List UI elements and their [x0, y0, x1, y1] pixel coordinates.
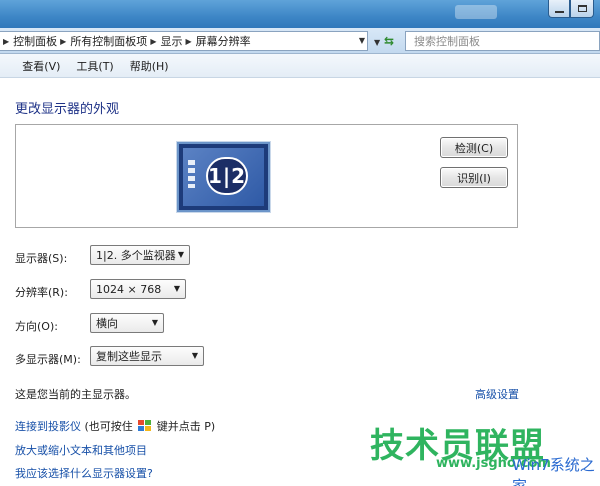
multiple-displays-value: 复制这些显示 [96, 350, 162, 363]
enlarge-text-link[interactable]: 放大或缩小文本和其他项目 [15, 442, 147, 458]
menu-bar: ) 查看(V) 工具(T) 帮助(H) [0, 54, 600, 78]
chevron-down-icon: ▼ [151, 318, 158, 327]
multiple-displays-select[interactable]: 复制这些显示 ▼ [90, 346, 204, 366]
chevron-down-icon: ▼ [177, 250, 184, 259]
detect-button[interactable]: 检测(C) [440, 137, 508, 158]
breadcrumb-item[interactable]: 屏幕分辨率 [196, 33, 251, 49]
resolution-select[interactable]: 1024 × 768 ▼ [90, 279, 186, 299]
projector-hint-post: 键并点击 P) [156, 420, 216, 433]
menu-help[interactable]: 帮助(H) [130, 58, 169, 74]
minimize-icon [554, 10, 564, 13]
which-settings-link[interactable]: 我应该选择什么显示器设置? [15, 465, 153, 481]
search-placeholder: 搜索控制面板 [414, 35, 480, 48]
orientation-select[interactable]: 横向 ▼ [90, 313, 164, 333]
windows-logo-icon [138, 420, 152, 431]
chevron-down-icon: ▼ [374, 38, 381, 47]
maximize-icon [577, 5, 587, 12]
window-controls [548, 0, 594, 18]
primary-display-info: 这是您当前的主显示器。 [15, 388, 136, 401]
menu-tools[interactable]: 工具(T) [76, 58, 113, 74]
orientation-label: 方向(O): [15, 320, 58, 333]
address-bar: ▶ 控制面板 ▶ 所有控制面板项 ▶ 显示 ▶ 屏幕分辨率 ▼ ▼ ⇆ 搜索控制… [0, 28, 600, 54]
chevron-down-icon: ▼ [173, 284, 180, 293]
chevron-right-icon[interactable]: ▶ [150, 37, 156, 46]
desktop-icons [188, 160, 195, 188]
monitor-number: 1|2 [206, 157, 248, 195]
refresh-icon: ⇆ [383, 34, 395, 48]
monitor-thumbnail[interactable]: 1|2 [177, 142, 270, 212]
multiple-displays-label: 多显示器(M): [15, 353, 81, 366]
monitor-preview: 1|2 检测(C) 识别(I) [15, 124, 518, 228]
breadcrumb-item[interactable]: 所有控制面板项 [70, 33, 147, 49]
monitor-label: 1|2 [207, 164, 247, 188]
monitor-screen: 1|2 [183, 148, 264, 206]
search-input[interactable]: 搜索控制面板 [405, 31, 600, 51]
page-title: 更改显示器的外观 [15, 102, 120, 117]
display-select[interactable]: 1|2. 多个监视器 ▼ [90, 245, 190, 265]
maximize-button[interactable] [570, 0, 594, 18]
breadcrumb-item[interactable]: 显示 [160, 33, 182, 49]
projector-hint-pre: (也可按住 [81, 420, 133, 433]
advanced-settings-link[interactable]: 高级设置 [475, 386, 519, 402]
resolution-label: 分辨率(R): [15, 286, 68, 299]
projector-line: 连接到投影仪 (也可按住 键并点击 P) [15, 418, 215, 434]
identify-button[interactable]: 识别(I) [440, 167, 508, 188]
chevron-right-icon: ▶ [3, 36, 10, 46]
menu-view[interactable]: 查看(V) [22, 58, 60, 74]
watermark-win7: Win7系统之家 [512, 456, 595, 486]
chevron-right-icon[interactable]: ▶ [60, 37, 66, 46]
breadcrumb-item[interactable]: 控制面板 [13, 33, 57, 49]
minimize-button[interactable] [548, 0, 570, 18]
connect-projector-link[interactable]: 连接到投影仪 [15, 420, 81, 433]
orientation-value: 横向 [96, 317, 118, 330]
breadcrumb[interactable]: ▶ 控制面板 ▶ 所有控制面板项 ▶ 显示 ▶ 屏幕分辨率 ▼ [0, 31, 368, 51]
refresh-button[interactable]: ▼ ⇆ [374, 34, 394, 48]
chevron-right-icon[interactable]: ▶ [185, 37, 191, 46]
display-value: 1|2. 多个监视器 [96, 249, 176, 262]
resolution-value: 1024 × 768 [96, 282, 162, 296]
title-bar [0, 0, 600, 28]
chevron-down-icon: ▼ [191, 351, 198, 360]
title-blur [455, 5, 497, 19]
display-label: 显示器(S): [15, 252, 68, 265]
chevron-down-icon[interactable]: ▼ [359, 36, 365, 45]
